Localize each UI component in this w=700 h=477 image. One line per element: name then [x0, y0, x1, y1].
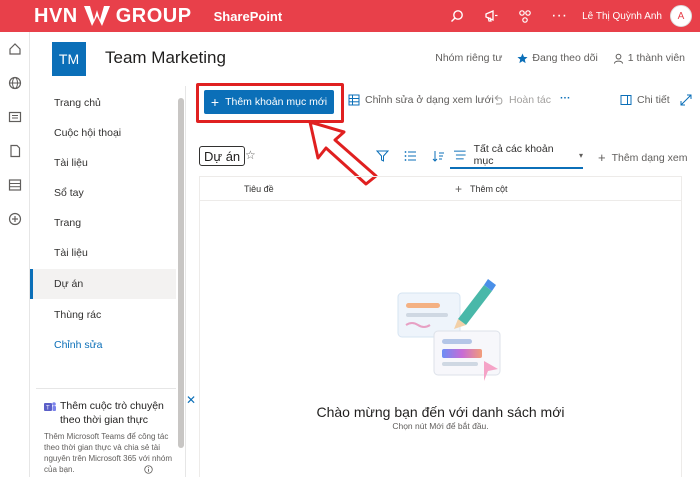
teams-card-body: Thêm Microsoft Teams để công tác theo th…	[44, 432, 172, 474]
list-view: Tiêu đề + Thêm cột Chào mừng bạn đến với…	[199, 176, 682, 477]
list-title[interactable]: Dự án	[199, 146, 246, 166]
nav-item-recycle-bin[interactable]: Thùng rác	[30, 300, 176, 330]
nav-item-home[interactable]: Trang chủ	[30, 88, 176, 118]
members-button[interactable]: 1 thành viên	[613, 52, 685, 64]
brand-text-right: GROUP	[115, 4, 192, 27]
nav-scrollbar[interactable]	[178, 98, 184, 448]
highlight-box	[196, 83, 344, 123]
add-view-button[interactable]: + Thêm dạng xem	[598, 150, 687, 165]
teams-card-title: Thêm cuộc trò chuyện theo thời gian thực	[60, 400, 164, 426]
close-icon[interactable]: ✕	[186, 393, 196, 407]
list-icon[interactable]	[0, 168, 30, 202]
star-filled-icon	[517, 52, 528, 63]
nav-item-notebook[interactable]: Sổ tay	[30, 178, 176, 208]
sort-icon[interactable]	[424, 148, 452, 164]
filter-icon[interactable]	[368, 148, 396, 164]
avatar[interactable]: A	[670, 5, 692, 27]
privacy-text: Nhóm riêng tư	[435, 52, 503, 64]
column-header-title[interactable]: Tiêu đề	[244, 184, 274, 194]
search-icon[interactable]	[440, 0, 474, 32]
grid-icon	[348, 94, 360, 106]
home-icon[interactable]	[0, 32, 30, 66]
brand-logo[interactable]: HVN GROUP	[34, 4, 192, 28]
app-name[interactable]: SharePoint	[214, 9, 283, 24]
svg-text:T: T	[46, 406, 50, 412]
document-icon[interactable]	[0, 134, 30, 168]
column-header-row: Tiêu đề + Thêm cột	[200, 177, 681, 201]
list-view-icon	[454, 150, 466, 160]
nav-edit-link[interactable]: Chỉnh sửa	[30, 330, 176, 360]
members-text: 1 thành viên	[627, 52, 685, 64]
news-icon[interactable]	[0, 100, 30, 134]
group-by-icon[interactable]	[396, 148, 424, 164]
brand-mark-icon	[83, 6, 110, 26]
network-icon[interactable]	[508, 0, 542, 32]
expand-icon[interactable]	[680, 94, 697, 106]
add-circle-icon[interactable]	[0, 202, 30, 236]
privacy-label: Nhóm riêng tư	[435, 52, 502, 64]
nav-item-pages[interactable]: Trang	[30, 208, 176, 238]
info-icon[interactable]	[144, 465, 153, 474]
site-navigation: Trang chủ Cuộc hội thoại Tài liệu Sổ tay…	[30, 86, 196, 477]
plus-icon: +	[455, 182, 463, 196]
person-icon	[613, 53, 623, 64]
undo-button[interactable]: Hoàn tác	[492, 94, 551, 106]
details-label: Chi tiết	[637, 94, 670, 106]
brand-text-left: HVN	[34, 4, 78, 27]
add-view-label: Thêm dạng xem	[611, 151, 688, 164]
undo-label: Hoàn tác	[509, 94, 552, 106]
chevron-down-icon: ▾	[578, 150, 583, 160]
nav-item-documents-2[interactable]: Tài liệu	[30, 238, 176, 268]
app-rail	[0, 32, 30, 477]
view-selector[interactable]: Tất cả các khoản mục ▾	[450, 143, 583, 169]
teams-icon: T	[44, 402, 56, 412]
nav-item-conversations[interactable]: Cuộc hội thoại	[30, 118, 176, 148]
undo-icon	[494, 95, 503, 105]
nav-item-projects[interactable]: Dự án	[30, 269, 176, 299]
empty-list-illustration	[397, 279, 501, 381]
globe-icon[interactable]	[0, 66, 30, 100]
view-selector-label: Tất cả các khoản mục	[473, 143, 554, 167]
follow-text: Đang theo dõi	[532, 52, 598, 64]
empty-state-subtitle: Chọn nút Mới để bắt đầu.	[392, 421, 489, 431]
more-options-button[interactable]: ···	[560, 92, 571, 104]
grid-edit-button[interactable]: Chỉnh sửa ở dạng xem lưới	[348, 94, 494, 106]
user-name[interactable]: Lê Thị Quỳnh Anh	[582, 11, 662, 22]
grid-edit-label: Chỉnh sửa ở dạng xem lưới	[365, 94, 494, 106]
nav-item-documents[interactable]: Tài liệu	[30, 148, 176, 178]
site-logo[interactable]: TM	[52, 42, 86, 76]
add-column-button[interactable]: + Thêm cột	[455, 182, 508, 196]
add-column-label: Thêm cột	[470, 184, 508, 194]
empty-state-title: Chào mừng bạn đến với danh sách mới	[316, 404, 565, 420]
teams-promo-card: T Thêm cuộc trò chuyện theo thời gian th…	[36, 388, 196, 477]
megaphone-icon[interactable]	[474, 0, 508, 32]
follow-button[interactable]: Đang theo dõi	[517, 52, 598, 64]
more-icon[interactable]: ···	[542, 0, 576, 32]
site-title[interactable]: Team Marketing	[105, 48, 226, 68]
site-header: TM Team Marketing Nhóm riêng tư Đang the…	[30, 32, 700, 86]
suite-header-bar: HVN GROUP SharePoint ··· Lê Thị Quỳnh An…	[0, 0, 700, 32]
details-button[interactable]: Chi tiết	[620, 94, 670, 106]
star-outline-icon[interactable]: ☆	[245, 148, 256, 162]
plus-icon: +	[598, 150, 606, 165]
details-pane-icon	[620, 95, 632, 105]
